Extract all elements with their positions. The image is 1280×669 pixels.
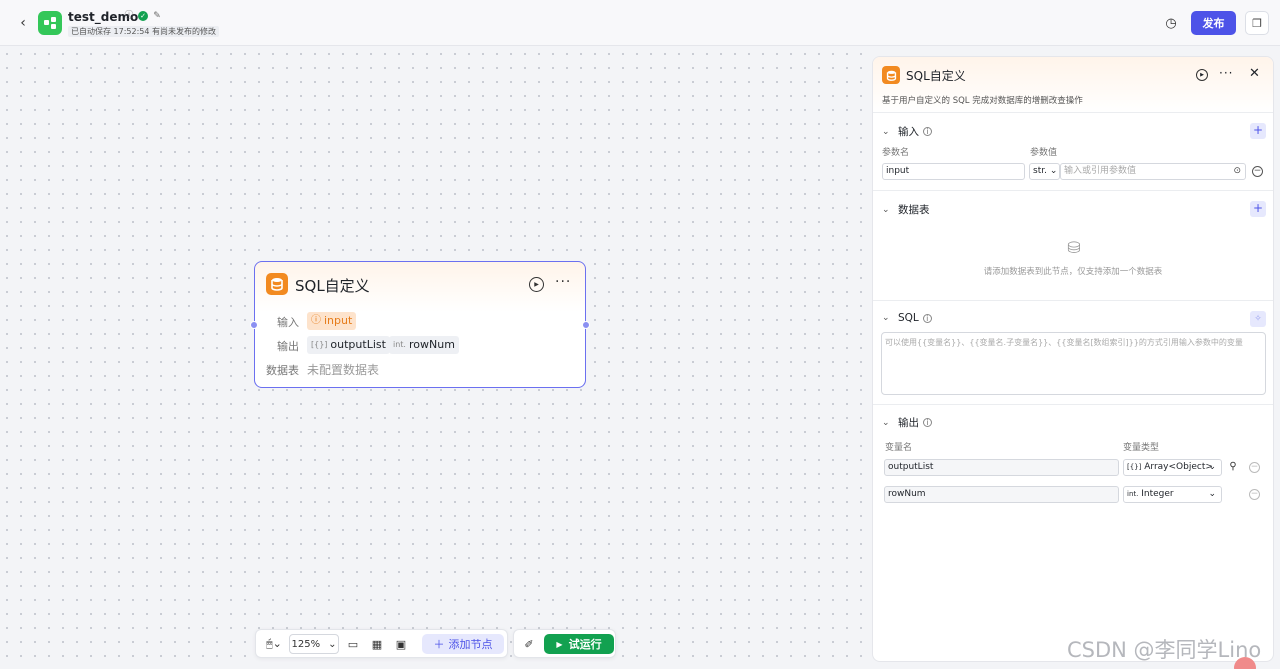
divider [873, 300, 1273, 301]
chevron-down-icon: ⌄ [1208, 489, 1216, 499]
play-icon: ▶ [556, 639, 563, 649]
divider [873, 190, 1273, 191]
input-section-header[interactable]: ⌄ 输入 i [882, 124, 932, 139]
node-input-label: 输入 [277, 316, 299, 329]
run-node-icon[interactable]: ▶ [1196, 69, 1208, 81]
node-config-panel: SQL自定义 ▶ ··· ✕ 基于用户自定义的 SQL 完成对数据库的增删改查操… [872, 56, 1274, 662]
node-input-chip: ⓘ input [307, 312, 357, 330]
param-name-header: 参数名 [882, 148, 910, 158]
chevron-down-icon: ⌄ [882, 417, 890, 428]
sql-node-card[interactable]: SQL自定义 ▶ ··· 输入 ⓘ input 输出 [{}] outputLi… [250, 261, 590, 388]
plus-icon: ＋ [433, 638, 445, 651]
chevron-down-icon: ⌄ [328, 638, 337, 650]
integer-type-icon: int. [393, 340, 406, 349]
top-header: ‹ test_demo ⓘ ✓ ✎ 已自动保存 17:52:54 有尚未发布的修… [0, 0, 1280, 46]
watermark: CSDN @李同学Lino [1067, 638, 1262, 662]
run-node-icon[interactable]: ▶ [529, 277, 544, 292]
param-value-input[interactable]: 输入或引用参数值 ⊙ [1060, 163, 1246, 180]
layout-icon[interactable]: ▦ [368, 634, 386, 654]
db-empty-text: 请添加数据表到此节点，仅支持添加一个数据表 [983, 267, 1163, 277]
input-port[interactable] [250, 321, 258, 329]
copy-icon[interactable]: ❐ [1245, 11, 1269, 35]
output-type-select[interactable]: [{}] Array<Object> ⌄ [1123, 459, 1222, 476]
node-db-label: 数据表 [266, 364, 299, 377]
param-type-select[interactable]: str. ⌄ [1029, 163, 1060, 180]
panel-title: SQL自定义 [906, 69, 966, 83]
minimap-icon[interactable]: ▣ [392, 634, 410, 654]
node-title: SQL自定义 [295, 277, 370, 295]
chevron-down-icon: ⌄ [1208, 462, 1216, 472]
integer-type-icon: int. [1127, 490, 1139, 498]
panel-description: 基于用户自定义的 SQL 完成对数据库的增删改查操作 [882, 96, 1083, 106]
node-output-chip: [{}] outputList [307, 336, 390, 354]
remove-param-icon[interactable]: − [1252, 166, 1263, 177]
remove-output-icon[interactable]: − [1249, 489, 1260, 500]
output-name-input[interactable]: rowNum [884, 486, 1119, 503]
output-section-header[interactable]: ⌄ 输出 i [882, 415, 932, 430]
more-icon[interactable]: ··· [1219, 66, 1233, 80]
chevron-down-icon: ⌄ [1049, 166, 1058, 176]
test-run-button[interactable]: ▶ 试运行 [544, 634, 614, 654]
info-icon[interactable]: i [922, 313, 932, 323]
debug-tool-icon[interactable]: ✐ [520, 634, 538, 654]
history-icon[interactable]: ◷ [1162, 14, 1180, 32]
output-port[interactable] [582, 321, 590, 329]
divider [873, 404, 1273, 405]
sql-editor[interactable]: 可以使用{{变量名}}、{{变量名.子变量名}}、{{变量名[数组索引]}}的方… [881, 332, 1266, 395]
workflow-app-icon [38, 11, 62, 35]
empty-box-icon: ⛁ [1067, 238, 1081, 257]
unpublished-status: 有尚未发布的修改 [149, 26, 219, 37]
canvas-toolbar: 🖱︎⌄ 125% ⌄ ▭ ▦ ▣ ＋添加节点 [255, 629, 508, 658]
chevron-down-icon: ⌄ [882, 204, 890, 215]
edit-icon[interactable]: ✎ [152, 11, 162, 21]
param-name-input[interactable]: input [882, 163, 1025, 180]
sql-section-header[interactable]: ⌄ SQL i [882, 312, 932, 324]
warning-circle-icon: ⓘ [311, 315, 321, 326]
autosave-status: 已自动保存 17:52:54 [68, 26, 153, 37]
chevron-down-icon: ⌄ [882, 126, 890, 137]
comment-icon[interactable]: ▭ [344, 634, 362, 654]
info-icon[interactable]: i [923, 418, 932, 427]
info-icon[interactable]: ⓘ [124, 11, 134, 21]
back-arrow-icon[interactable]: ‹ [14, 14, 32, 32]
add-database-button[interactable]: + [1250, 201, 1266, 217]
node-output-chip: int. rowNum [389, 336, 459, 354]
database-icon [266, 273, 288, 295]
db-section-header[interactable]: ⌄ 数据表 [882, 202, 930, 217]
run-toolbar: ✐ ▶ 试运行 [513, 629, 616, 658]
zoom-select[interactable]: 125% ⌄ [289, 634, 339, 654]
output-name-input[interactable]: outputList [884, 459, 1119, 476]
var-type-header: 变量类型 [1123, 443, 1160, 453]
check-circle-icon: ✓ [138, 11, 148, 21]
node-db-empty: 未配置数据表 [307, 363, 380, 377]
info-icon[interactable]: i [923, 127, 932, 136]
param-value-header: 参数值 [1030, 148, 1058, 158]
array-type-icon: [{}] [311, 340, 328, 349]
node-output-label: 输出 [277, 340, 299, 353]
array-type-icon: [{}] [1127, 463, 1142, 471]
output-type-select[interactable]: int. Integer ⌄ [1123, 486, 1222, 503]
remove-output-icon[interactable]: − [1249, 462, 1260, 473]
chevron-down-icon: ⌄ [882, 313, 890, 323]
var-name-header: 变量名 [885, 443, 913, 453]
add-child-icon[interactable]: ⚲ [1228, 462, 1238, 472]
more-icon[interactable]: ··· [555, 274, 571, 290]
close-icon[interactable]: ✕ [1249, 66, 1260, 81]
add-input-button[interactable]: + [1250, 123, 1266, 139]
add-node-button[interactable]: ＋添加节点 [422, 634, 504, 654]
panel-header: SQL自定义 ▶ ··· ✕ 基于用户自定义的 SQL 完成对数据库的增删改查操… [873, 57, 1273, 113]
reference-icon[interactable]: ⊙ [1233, 164, 1241, 179]
ai-generate-icon[interactable]: ✧ [1250, 311, 1266, 327]
database-icon [882, 66, 900, 84]
publish-button[interactable]: 发布 [1191, 11, 1236, 35]
mouse-mode-icon[interactable]: 🖱︎⌄ [262, 634, 286, 654]
